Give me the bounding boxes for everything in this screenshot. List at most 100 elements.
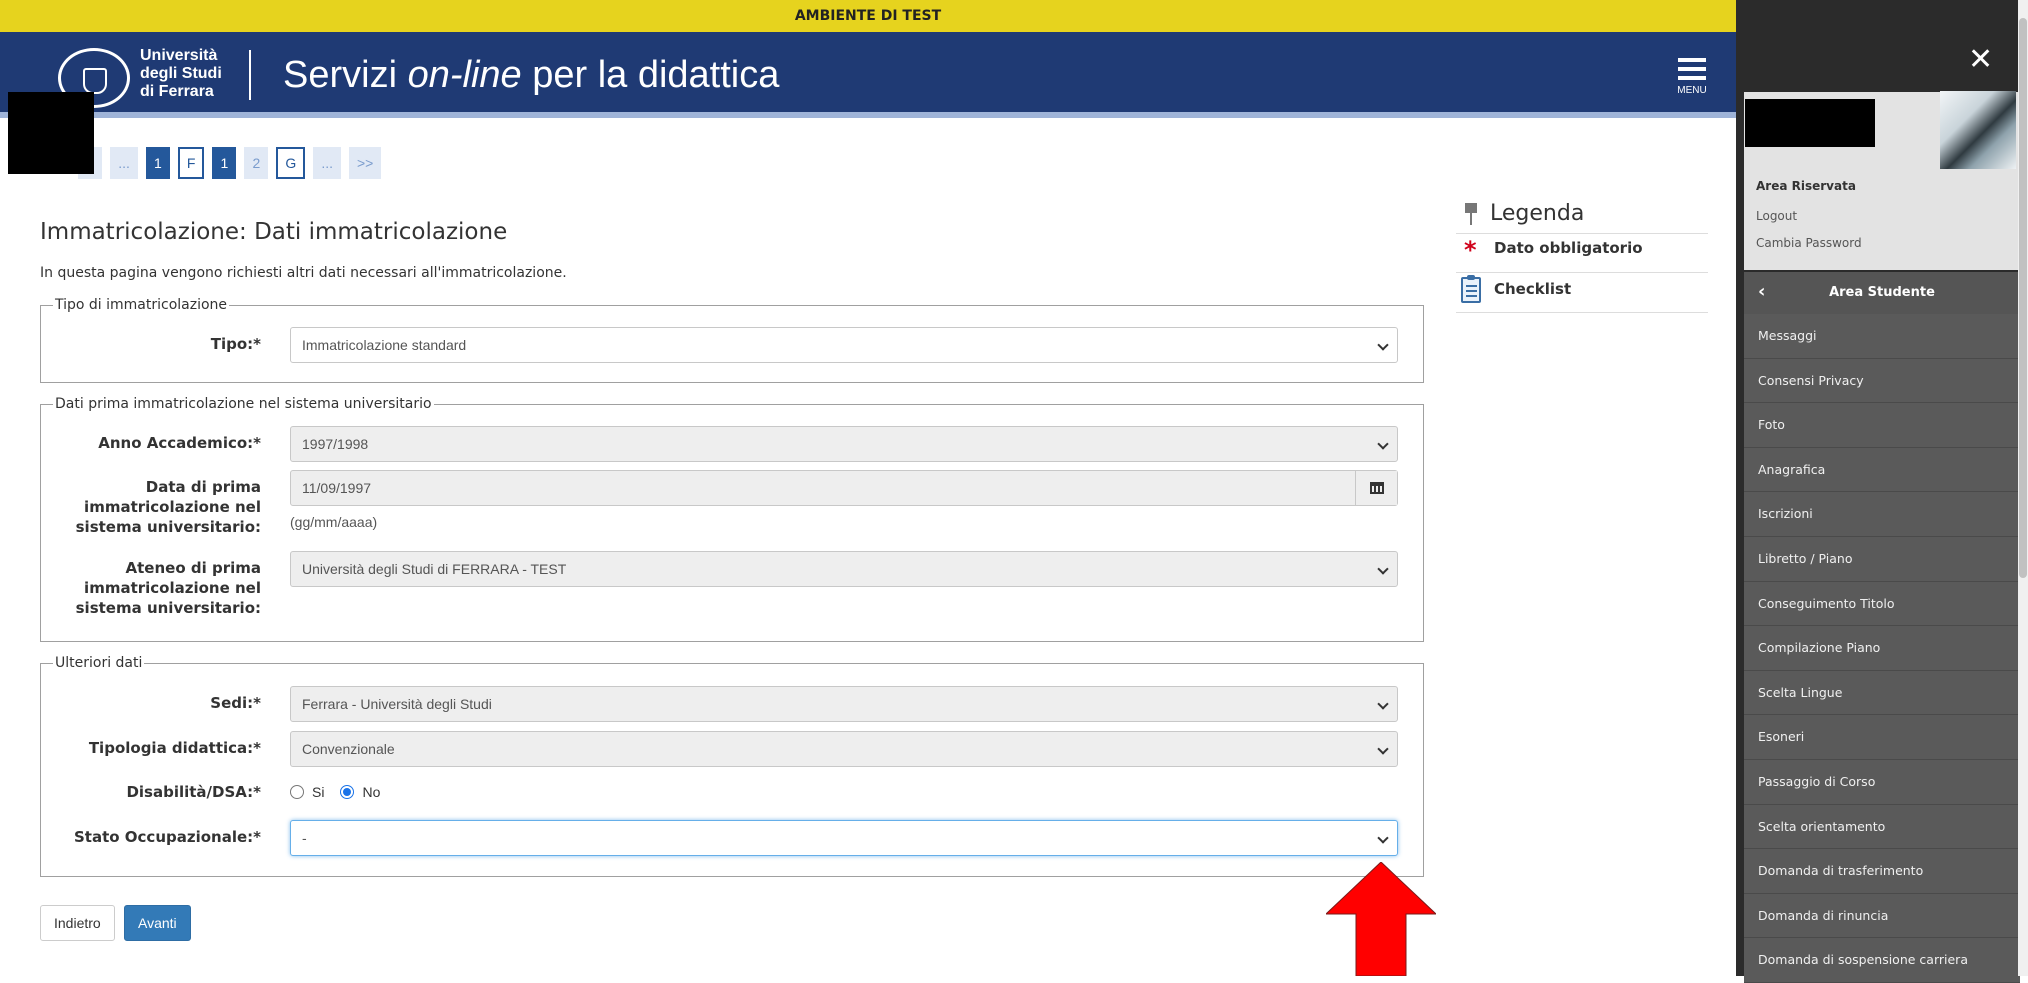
side-menu-item[interactable]: Compilazione Piano: [1744, 626, 2020, 671]
sedi-label: Sedi:*: [210, 694, 261, 712]
required-star-icon: *: [1464, 236, 1477, 264]
ateneo-value: Università degli Studi di FERRARA - TEST: [302, 561, 567, 577]
fieldset-legend: Ulteriori dati: [53, 654, 145, 672]
user-avatar: [1940, 91, 2016, 169]
pager-step[interactable]: ...: [110, 147, 138, 179]
ateneo-label-line-3: sistema universitario:: [75, 599, 261, 617]
fieldset-tipo: Tipo di immatricolazione Tipo:* Immatric…: [40, 296, 1424, 383]
tipo-select[interactable]: Immatricolazione standard: [290, 327, 1398, 363]
chevron-down-icon: [1377, 563, 1389, 575]
area-studente-title: Area Studente: [1829, 285, 1935, 300]
stato-occupazionale-value: -: [302, 830, 307, 846]
disabilita-radio-group: Si No: [290, 782, 380, 802]
logo-line-1: Università: [140, 47, 218, 64]
page-title: Immatricolazione: Dati immatricolazione: [40, 219, 508, 245]
ateneo-select[interactable]: Università degli Studi di FERRARA - TEST: [290, 551, 1398, 587]
legenda-required: Dato obbligatorio: [1494, 239, 1643, 257]
ateneo-label-line-2: immatricolazione nel: [84, 579, 261, 597]
redacted-user-name: [1745, 99, 1875, 147]
legenda-divider: [1456, 312, 1708, 313]
menu-label: MENU: [1677, 85, 1707, 96]
area-riservata-label: Area Riservata: [1756, 179, 1856, 193]
student-menu-list: Messaggi Consensi Privacy Foto Anagrafica Is…: [1744, 314, 2020, 983]
tipologia-label: Tipologia didattica:*: [88, 739, 261, 757]
menu-button[interactable]: MENU: [1672, 58, 1712, 102]
chevron-down-icon: [1377, 698, 1389, 710]
close-icon[interactable]: ✕: [1968, 44, 1993, 76]
hamburger-icon-bar: [1678, 76, 1706, 80]
area-studente-header[interactable]: ‹ Area Studente: [1744, 272, 2020, 314]
disabilita-label: Disabilità/DSA:*: [126, 783, 261, 801]
stato-occupazionale-select[interactable]: -: [290, 820, 1398, 856]
side-menu-item[interactable]: Scelta Lingue: [1744, 670, 2020, 716]
side-menu-item[interactable]: Anagrafica: [1744, 447, 2020, 493]
change-password-link[interactable]: Cambia Password: [1756, 235, 1862, 251]
red-arrow-annotation: [1326, 862, 1436, 976]
side-menu-item[interactable]: Domanda di sospensione carriera: [1744, 938, 2020, 983]
chevron-down-icon: [1377, 339, 1389, 351]
calendar-button[interactable]: [1355, 471, 1397, 505]
side-menu-item[interactable]: Domanda di rinuncia: [1744, 893, 2020, 939]
anno-accademico-select[interactable]: 1997/1998: [290, 426, 1398, 462]
header-title-prefix: Servizi: [283, 54, 408, 96]
pager-step[interactable]: ...: [313, 147, 341, 179]
tipo-label: Tipo:*: [210, 335, 261, 353]
data-label-line-1: Data di prima: [145, 478, 261, 496]
test-environment-banner: AMBIENTE DI TEST: [0, 0, 1736, 32]
step-pagination: <...1F12G...>>: [78, 147, 382, 179]
pager-step[interactable]: 1: [145, 147, 170, 179]
side-menu-item[interactable]: Scelta orientamento: [1744, 804, 2020, 850]
pager-step[interactable]: 2: [244, 147, 269, 179]
side-menu-item[interactable]: Passaggio di Corso: [1744, 759, 2020, 805]
side-menu-item[interactable]: Messaggi: [1744, 314, 2020, 359]
date-format-hint: (gg/mm/aaaa): [290, 514, 378, 530]
pager-step[interactable]: >>: [348, 147, 382, 179]
data-label-line-2: immatricolazione nel: [84, 498, 261, 516]
side-menu-item[interactable]: Iscrizioni: [1744, 492, 2020, 537]
data-immatricolazione-input[interactable]: 11/09/1997: [290, 470, 1398, 506]
site-header: Università degli Studi di Ferrara Serviz…: [0, 32, 1736, 118]
radio-no-label: No: [362, 784, 381, 800]
side-menu-item[interactable]: Domanda di trasferimento: [1744, 849, 2020, 894]
anno-accademico-value: 1997/1998: [302, 436, 369, 452]
back-button[interactable]: Indietro: [40, 905, 115, 941]
chevron-down-icon: [1377, 438, 1389, 450]
fieldset-ulteriori-dati: Ulteriori dati Sedi:* Ferrara - Universi…: [40, 654, 1424, 877]
logo-line-3: di Ferrara: [140, 83, 214, 100]
checklist-icon: [1461, 275, 1481, 303]
hamburger-icon-bar: [1678, 67, 1706, 71]
ateneo-label: Ateneo di prima immatricolazione nel sis…: [21, 558, 261, 618]
pager-step[interactable]: G: [276, 147, 306, 179]
side-menu-item[interactable]: Foto: [1744, 403, 2020, 448]
radio-no[interactable]: [340, 785, 355, 799]
radio-si-label: Si: [312, 784, 325, 800]
fieldset-legend: Dati prima immatricolazione nel sistema …: [53, 395, 434, 413]
university-logo-text[interactable]: Università degli Studi di Ferrara: [140, 47, 222, 101]
next-button[interactable]: Avanti: [124, 905, 191, 941]
fieldset-legend: Tipo di immatricolazione: [53, 296, 230, 314]
scrollbar-thumb[interactable]: [2019, 18, 2027, 578]
sedi-select[interactable]: Ferrara - Università degli Studi: [290, 686, 1398, 722]
legenda-divider: [1456, 272, 1708, 273]
side-menu-item[interactable]: Esoneri: [1744, 715, 2020, 760]
side-menu-item[interactable]: Libretto / Piano: [1744, 536, 2020, 582]
hamburger-icon: [1678, 58, 1706, 62]
logout-link[interactable]: Logout: [1756, 208, 1797, 224]
side-menu-item[interactable]: Consensi Privacy: [1744, 358, 2020, 404]
header-title: Servizi on-line per la didattica: [283, 51, 779, 99]
legenda-title: Legenda: [1490, 201, 1585, 226]
pager-step[interactable]: 1: [212, 147, 237, 179]
checklist-link[interactable]: Checklist: [1494, 279, 1571, 299]
radio-si[interactable]: [290, 785, 304, 799]
data-immatricolazione-value: 11/09/1997: [302, 480, 372, 496]
tipologia-select[interactable]: Convenzionale: [290, 731, 1398, 767]
header-title-italic: on-line: [407, 54, 522, 96]
fieldset-prima-immatricolazione: Dati prima immatricolazione nel sistema …: [40, 395, 1424, 642]
ateneo-label-line-1: Ateneo di prima: [125, 559, 261, 577]
redacted-block: [8, 92, 94, 174]
page-intro: In questa pagina vengono richiesti altri…: [40, 265, 567, 281]
header-title-suffix: per la didattica: [521, 54, 780, 96]
side-menu-item[interactable]: Conseguimento Titolo: [1744, 581, 2020, 627]
pager-step[interactable]: F: [177, 147, 205, 179]
logo-line-2: degli Studi: [140, 65, 222, 82]
